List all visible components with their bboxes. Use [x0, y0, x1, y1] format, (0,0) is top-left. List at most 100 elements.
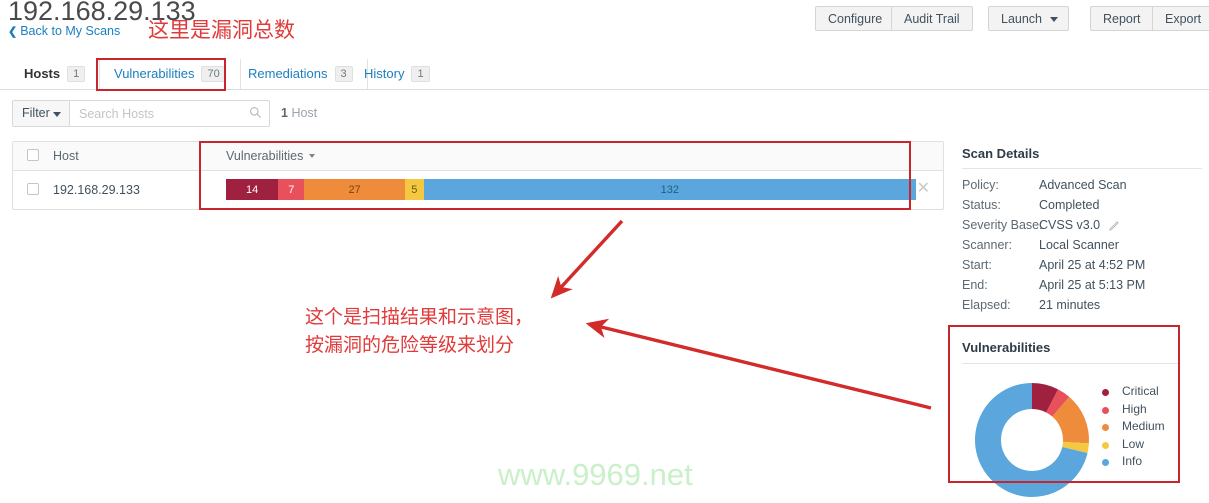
severity-segment-critical[interactable]: 14 [226, 179, 279, 200]
severity-segment-low[interactable]: 5 [404, 179, 424, 200]
legend-dot-critical [1102, 389, 1109, 396]
tab-hosts[interactable]: Hosts 1 [10, 59, 101, 89]
tab-history-label: History [364, 66, 405, 81]
legend-label-medium: Medium [1122, 419, 1165, 433]
scan-detail-scanner-key: Scanner: [962, 238, 1013, 252]
chevron-left-icon: ❮ [8, 26, 18, 38]
legend-dot-low [1102, 441, 1109, 449]
legend-label-critical: Critical [1122, 384, 1159, 398]
scan-detail-start-value: April 25 at 4:52 PM [1039, 258, 1146, 272]
legend-dot-high [1102, 406, 1109, 414]
tab-history[interactable]: History 1 [350, 59, 444, 89]
scan-detail-status-value: Completed [1039, 198, 1100, 212]
annotation-note-total-vulnerabilities: 这里是漏洞总数 [148, 19, 295, 42]
tab-vulnerabilities[interactable]: Vulnerabilities 70 [100, 59, 241, 89]
filter-bar: Filter 1 Host [0, 100, 1209, 128]
scan-detail-end: End: April 25 at 5:13 PM [962, 278, 1202, 298]
scan-detail-severity-base-value: CVSS v3.0 [1039, 218, 1101, 232]
search-icon[interactable] [249, 106, 262, 122]
annotation-arrow-2 [585, 318, 932, 410]
launch-button-label: Launch [1001, 12, 1043, 26]
tab-hosts-label: Hosts [24, 66, 61, 81]
scan-details-title: Scan Details [962, 146, 1040, 161]
divider [962, 168, 1202, 169]
vulnerabilities-donut-chart[interactable] [972, 380, 1092, 503]
severity-segment-medium[interactable]: 27 [304, 179, 405, 200]
tab-bar: Hosts 1 Vulnerabilities 70 Remediations 3 H… [0, 59, 1209, 90]
column-header-vulnerabilities[interactable]: Vulnerabilities [226, 142, 316, 171]
donut-slice-critical[interactable] [1031, 383, 1059, 413]
annotation-note-scan-results-line1: 这个是扫描结果和示意图， [305, 307, 534, 328]
search-input[interactable] [70, 101, 245, 126]
scan-detail-end-value: April 25 at 5:13 PM [1039, 278, 1146, 292]
scan-detail-status-key: Status: [962, 198, 1001, 212]
column-header-vulnerabilities-label: Vulnerabilities [226, 149, 304, 163]
severity-segment-info[interactable]: 132 [423, 179, 916, 200]
scan-detail-status: Status: Completed [962, 198, 1202, 218]
severity-segment-high[interactable]: 7 [278, 179, 305, 200]
scan-detail-start-key: Start: [962, 258, 992, 272]
scan-detail-severity-base: Severity Base: CVSS v3.0 [962, 218, 1202, 238]
scan-detail-scanner: Scanner: Local Scanner [962, 238, 1202, 258]
table-header-row: Host Vulnerabilities [13, 142, 943, 171]
report-button[interactable]: Report [1090, 6, 1153, 31]
scan-detail-policy: Policy: Advanced Scan [962, 178, 1202, 198]
scan-detail-elapsed-value: 21 minutes [1039, 298, 1101, 312]
watermark: www.9969.net [498, 457, 693, 492]
back-link-label: Back to My Scans [20, 24, 121, 38]
legend-label-high: High [1122, 401, 1147, 416]
scan-detail-start: Start: April 25 at 4:52 PM [962, 258, 1202, 278]
sort-descending-icon [309, 154, 316, 158]
row-host-value[interactable]: 192.168.29.133 [53, 171, 140, 209]
annotation-note-scan-results: 这个是扫描结果和示意图， 按漏洞的危险等级来划分 [305, 304, 533, 360]
legend-label-info: Info [1122, 454, 1143, 468]
severity-stacked-bar[interactable]: 14 7 27 5 132 [226, 179, 916, 200]
legend-label-low: Low [1122, 436, 1145, 451]
filter-button[interactable]: Filter [12, 100, 70, 127]
donut-slice-high[interactable] [1045, 389, 1070, 417]
tab-vulnerabilities-label: Vulnerabilities [114, 66, 195, 81]
tab-vulnerabilities-badge: 70 [201, 66, 226, 82]
scan-detail-elapsed: Elapsed: 21 minutes [962, 298, 1202, 318]
scan-detail-end-key: End: [962, 278, 988, 292]
pencil-icon[interactable] [1107, 220, 1120, 236]
donut-slice-low[interactable] [1062, 441, 1089, 453]
scan-detail-elapsed-key: Elapsed: [962, 298, 1011, 312]
legend-dot-info [1102, 459, 1109, 466]
vulnerabilities-chart-title: Vulnerabilities [962, 340, 1051, 355]
chevron-down-icon [53, 112, 61, 117]
column-header-host[interactable]: Host [53, 142, 79, 171]
scan-detail-policy-value: Advanced Scan [1039, 178, 1127, 192]
chevron-down-icon [1050, 17, 1059, 22]
tab-history-badge: 1 [411, 66, 430, 82]
host-count: 1 Host [281, 100, 317, 127]
row-checkbox[interactable] [27, 183, 39, 195]
hosts-table: Host Vulnerabilities 192.168.29.133 14 7 2… [12, 141, 944, 210]
scan-detail-policy-key: Policy: [962, 178, 999, 192]
launch-button[interactable]: Launch [988, 6, 1070, 31]
tab-remediations[interactable]: Remediations 3 [234, 59, 368, 89]
tab-remediations-label: Remediations [248, 66, 328, 81]
host-count-number: 1 [281, 106, 288, 120]
vulnerabilities-chart-card: Vulnerabilities Critical High Medium Low Inf… [962, 340, 1184, 497]
export-button[interactable]: Export [1152, 6, 1209, 31]
audit-trail-button[interactable]: Audit Trail [891, 6, 973, 31]
annotation-arrow-1 [550, 219, 624, 299]
divider [962, 363, 1180, 364]
host-count-unit: Host [291, 106, 318, 120]
close-icon[interactable]: ✕ [917, 181, 930, 197]
scan-details-panel: Scan Details Policy: Advanced Scan Statu… [962, 146, 1202, 318]
scan-detail-scanner-value: Local Scanner [1039, 238, 1119, 252]
tab-hosts-badge: 1 [67, 66, 86, 82]
search-hosts-field[interactable] [70, 100, 270, 127]
select-all-checkbox[interactable] [27, 149, 39, 161]
configure-button[interactable]: Configure [815, 6, 895, 31]
annotation-note-scan-results-line2: 按漏洞的危险等级来划分 [305, 335, 515, 356]
legend-dot-medium [1102, 424, 1109, 431]
back-to-my-scans-link[interactable]: ❮ Back to My Scans [8, 24, 120, 38]
table-row[interactable]: 192.168.29.133 14 7 27 5 132 ✕ [13, 171, 943, 209]
scan-details-list: Policy: Advanced Scan Status: Completed … [962, 178, 1202, 318]
donut-slice-medium[interactable] [1051, 396, 1089, 444]
filter-button-label: Filter [22, 106, 50, 120]
scan-detail-severity-base-key: Severity Base: [962, 218, 1043, 232]
